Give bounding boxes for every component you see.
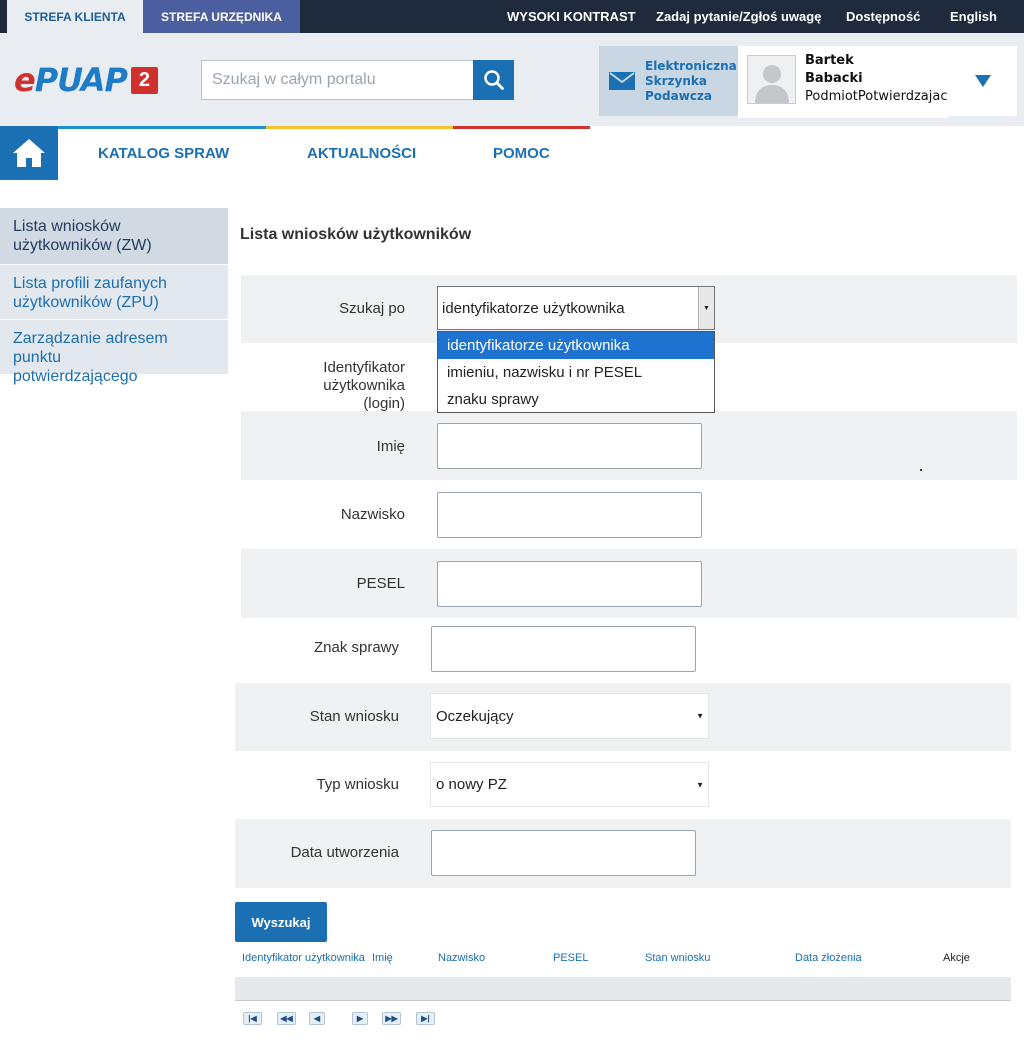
electronic-mailbox[interactable]: Elektroniczna Skrzynka Podawcza [599,46,738,116]
first-page-button[interactable]: |◀ [243,1012,262,1025]
nav-news[interactable]: AKTUALNOŚCI [307,126,416,182]
column-header-last-name[interactable]: Nazwisko [438,952,485,964]
status-label: Stan wniosku [309,708,399,725]
chevron-down-icon: ▼ [696,780,704,789]
search-by-label: Szukaj po [339,300,405,317]
search-by-value: identyfikatorze użytkownika [442,299,625,317]
column-header-pesel[interactable]: PESEL [553,952,588,964]
first-name-input[interactable] [437,423,702,469]
sidebar-item-label: potwierdzającego [13,368,138,385]
last-name-input[interactable] [437,492,702,538]
status-value: Oczekujący [436,707,514,725]
prev-page-button[interactable]: ◀ [309,1012,325,1025]
fast-back-button[interactable]: ◀◀ [277,1012,296,1025]
high-contrast-link[interactable]: WYSOKI KONTRAST [507,0,636,33]
last-name-label: Nazwisko [340,506,405,523]
triangle-down-icon [974,75,991,87]
portal-search-input[interactable]: Szukaj w całym portalu [201,60,474,100]
first-name-label: Imię [376,438,405,455]
sidebar-item-label: Zarządzanie adresem punktu [13,330,168,366]
column-header-date[interactable]: Data złożenia [795,952,862,964]
search-placeholder: Szukaj w całym portalu [212,71,376,88]
user-panel[interactable]: Bartek Babacki PodmiotPotwierdzajacy [738,46,955,118]
user-menu-toggle[interactable] [948,46,1017,116]
chevron-down-icon: ▼ [698,287,714,329]
accessibility-link[interactable]: Dostępność [846,0,920,33]
dropdown-option-case-number[interactable]: znaku sprawy [438,386,714,413]
user-avatar-icon [747,55,796,104]
home-button[interactable] [0,126,58,180]
nav-help[interactable]: POMOC [493,126,550,182]
column-header-user-id[interactable]: Identyfikator użytkownika [242,952,365,964]
sidebar-item-point-address[interactable]: Zarządzanie adresem punktu potwierdzając… [0,320,228,385]
type-label: Typ wniosku [316,776,399,793]
column-header-actions: Akcje [943,952,970,964]
tab-official-zone[interactable]: STREFA URZĘDNIKA [143,0,300,33]
mailbox-line2: Skrzynka [645,73,707,88]
search-icon [483,70,504,90]
case-number-label: Znak sprawy [313,639,399,656]
user-id-label-line2: (login) [363,395,405,412]
dropdown-option-name-pesel[interactable]: imieniu, nazwisku i nr PESEL [438,359,714,386]
tab-client-zone[interactable]: STREFA KLIENTA [7,0,143,33]
results-table-body [235,977,1011,1001]
ask-question-link[interactable]: Zadaj pytanie/Zgłoś uwagę [656,0,821,33]
dropdown-option-user-id[interactable]: identyfikatorze użytkownika [438,332,714,359]
stray-dot [920,469,922,471]
language-link[interactable]: English [950,0,997,33]
user-last-name: Babacki [805,71,863,86]
nav-case-catalog[interactable]: KATALOG SPRAW [98,126,229,182]
logo-badge: 2 [130,66,158,94]
search-by-select[interactable]: identyfikatorze użytkownika ▼ [437,286,715,330]
sidebar-item-label: użytkowników (ZPU) [13,294,159,311]
user-role: PodmiotPotwierdzajacy [805,89,956,104]
next-page-button[interactable]: ▶ [352,1012,368,1025]
fast-forward-button[interactable]: ▶▶ [382,1012,401,1025]
column-header-status[interactable]: Stan wniosku [645,952,710,964]
search-by-dropdown: identyfikatorze użytkownika imieniu, naz… [437,331,715,413]
logo-prefix: e [14,61,36,99]
envelope-icon [609,72,635,90]
created-date-label: Data utworzenia [290,844,399,861]
pesel-label: PESEL [356,575,405,592]
page-title: Lista wniosków użytkowników [240,226,472,243]
status-select[interactable]: Oczekujący ▼ [430,693,709,739]
type-value: o nowy PZ [436,776,507,793]
user-first-name: Bartek [805,53,854,68]
mailbox-line1: Elektroniczna [645,58,737,73]
user-id-label: Identyfikator użytkownika (login) [241,359,405,413]
sidebar-item-applications-list[interactable]: Lista wniosków użytkowników (ZW) [0,208,228,264]
pesel-input[interactable] [437,561,702,607]
created-date-input[interactable] [431,830,696,876]
chevron-down-icon: ▼ [696,711,704,721]
user-id-label-line1: Identyfikator użytkownika [323,359,405,394]
column-header-first-name[interactable]: Imię [372,952,393,964]
sidebar-item-label: Lista wniosków [13,218,121,235]
sidebar-item-trusted-profiles[interactable]: Lista profili zaufanych użytkowników (ZP… [0,265,228,319]
search-button[interactable] [473,60,514,100]
logo-main: PUAP [34,61,128,99]
mailbox-line3: Podawcza [645,88,713,103]
home-icon [13,139,45,167]
search-submit-button[interactable]: Wyszukaj [235,902,327,942]
last-page-button[interactable]: ▶| [416,1012,435,1025]
epuap-logo[interactable]: ePUAP 2 [14,61,158,99]
sidebar-item-label: użytkowników (ZW) [13,237,152,254]
case-number-input[interactable] [431,626,696,672]
sidebar-item-label: Lista profili zaufanych [13,275,167,292]
type-select[interactable]: o nowy PZ ▼ [430,762,709,807]
